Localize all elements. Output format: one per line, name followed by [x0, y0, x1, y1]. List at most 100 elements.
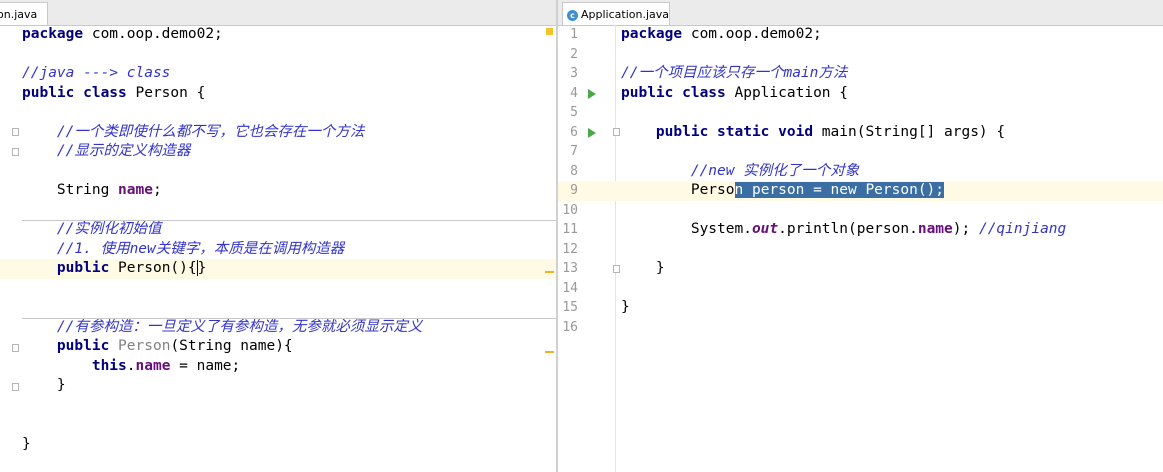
- code-token: String: [22, 182, 119, 198]
- run-class-icon[interactable]: [588, 89, 596, 99]
- code-line[interactable]: 1 package com.oop.demo02;: [558, 25, 1163, 45]
- code-line[interactable]: 5: [558, 103, 1163, 123]
- code-text: }: [22, 376, 66, 396]
- code-line[interactable]: [0, 103, 556, 123]
- fold-marker-icon[interactable]: [12, 344, 19, 352]
- code-token: //1. 使用new关键字，本质是在调用构造器: [56, 240, 345, 257]
- code-text: }: [621, 298, 630, 318]
- code-text: //1. 使用new关键字，本质是在调用构造器: [22, 240, 344, 260]
- code-line[interactable]: [0, 45, 556, 65]
- code-token: Person: [118, 338, 171, 354]
- warning-mark-icon[interactable]: [545, 351, 554, 353]
- warning-mark-icon[interactable]: [545, 271, 554, 273]
- code-line[interactable]: [0, 162, 556, 182]
- code-line[interactable]: 2: [558, 45, 1163, 65]
- code-token: public: [56, 338, 110, 354]
- code-line[interactable]: //显示的定义构造器: [0, 142, 556, 162]
- code-line[interactable]: [0, 396, 556, 416]
- code-text: //显示的定义构造器: [22, 142, 190, 162]
- code-token: public static void: [655, 123, 814, 140]
- code-line[interactable]: //一个类即使什么都不写，它也会存在一个方法: [0, 123, 556, 143]
- code-line[interactable]: 8 //new 实例化了一个对象: [558, 162, 1163, 182]
- left-editor-pane[interactable]: on.java package com.oop.demo02; //java --…: [0, 0, 556, 472]
- code-token: }: [22, 377, 66, 393]
- code-line[interactable]: 7: [558, 142, 1163, 162]
- code-line[interactable]: 13 }: [558, 259, 1163, 279]
- code-text: String name;: [22, 181, 162, 201]
- code-token: package: [22, 26, 84, 42]
- code-line[interactable]: package com.oop.demo02;: [0, 25, 556, 45]
- line-number: 10: [562, 202, 578, 218]
- code-text: }: [621, 259, 665, 279]
- code-line[interactable]: [0, 201, 556, 221]
- fold-marker-icon[interactable]: [12, 148, 19, 156]
- code-line[interactable]: }: [0, 376, 556, 396]
- code-token: }: [197, 260, 207, 276]
- code-line[interactable]: [0, 298, 556, 318]
- code-line[interactable]: public class Person {: [0, 84, 556, 104]
- code-line[interactable]: String name;: [0, 181, 556, 201]
- warning-stripe-icon[interactable]: [546, 28, 553, 35]
- code-text: Person person = new Person();: [621, 181, 945, 201]
- line-number: 3: [570, 66, 578, 81]
- fold-marker-icon[interactable]: [613, 265, 620, 273]
- line-number: 9: [570, 183, 578, 198]
- code-token: = name;: [170, 357, 241, 374]
- line-number: 15: [562, 300, 578, 315]
- code-line[interactable]: 9 Person person = new Person();: [558, 181, 1163, 201]
- code-line[interactable]: 4 public class Application {: [558, 84, 1163, 104]
- method-separator: [22, 220, 556, 221]
- line-number: 11: [562, 222, 578, 237]
- fold-marker-icon[interactable]: [12, 128, 19, 136]
- line-number: 4: [570, 85, 578, 101]
- code-token: name: [917, 221, 953, 237]
- code-line[interactable]: 12: [558, 240, 1163, 260]
- code-token: com.oop.demo02;: [682, 26, 822, 42]
- run-main-icon[interactable]: [588, 128, 596, 138]
- code-token: n person = new Person();: [734, 182, 945, 198]
- left-code-area[interactable]: package com.oop.demo02; //java ---> class…: [0, 25, 556, 472]
- code-line[interactable]: 3 //一个项目应该只存一个main方法: [558, 64, 1163, 84]
- fold-marker-icon[interactable]: [12, 383, 19, 391]
- code-line[interactable]: [0, 279, 556, 299]
- method-separator: [22, 318, 556, 319]
- tab-application-java[interactable]: c Application.java: [562, 2, 670, 25]
- right-editor-pane[interactable]: c Application.java 1 package com.oop.demo0…: [558, 0, 1163, 472]
- code-line[interactable]: 10: [558, 201, 1163, 221]
- code-text: }: [22, 435, 31, 455]
- code-line[interactable]: public Person(){}: [0, 259, 556, 279]
- line-number: 6: [570, 124, 578, 140]
- code-token: //一个项目应该只存一个main方法: [621, 65, 848, 81]
- code-line[interactable]: 11 System.out.println(person.name); //qi…: [558, 220, 1163, 240]
- code-line[interactable]: public Person(String name){: [0, 337, 556, 357]
- code-line[interactable]: 6 public static void main(String[] args)…: [558, 123, 1163, 143]
- code-token: //有参构造：一旦定义了有参构造，无参就必须显示定义: [56, 318, 423, 335]
- code-line[interactable]: //有参构造：一旦定义了有参构造，无参就必须显示定义: [0, 318, 556, 338]
- code-token: name: [118, 182, 153, 198]
- code-text: //new 实例化了一个对象: [621, 162, 859, 182]
- code-line[interactable]: }: [0, 435, 556, 455]
- code-token: public class: [621, 84, 726, 101]
- code-token: public class: [22, 84, 127, 101]
- code-line[interactable]: //1. 使用new关键字，本质是在调用构造器: [0, 240, 556, 260]
- code-text: //一个类即使什么都不写，它也会存在一个方法: [22, 123, 364, 143]
- code-line[interactable]: [0, 415, 556, 435]
- code-text: //java ---> class: [22, 64, 170, 84]
- code-token: Person {: [126, 84, 206, 101]
- code-token: this: [91, 357, 127, 374]
- code-text: package com.oop.demo02;: [22, 25, 223, 45]
- code-line[interactable]: 16: [558, 318, 1163, 338]
- code-line[interactable]: //实例化初始值: [0, 220, 556, 240]
- code-line[interactable]: this.name = name;: [0, 357, 556, 377]
- tab-person-java[interactable]: on.java: [0, 2, 48, 25]
- code-line[interactable]: 15}: [558, 298, 1163, 318]
- fold-marker-icon[interactable]: [613, 128, 620, 136]
- right-code-area[interactable]: 1 package com.oop.demo02; 2 3 //一个项目应该只存一个ma…: [558, 25, 1163, 472]
- code-line[interactable]: //java ---> class: [0, 64, 556, 84]
- code-line[interactable]: 14: [558, 279, 1163, 299]
